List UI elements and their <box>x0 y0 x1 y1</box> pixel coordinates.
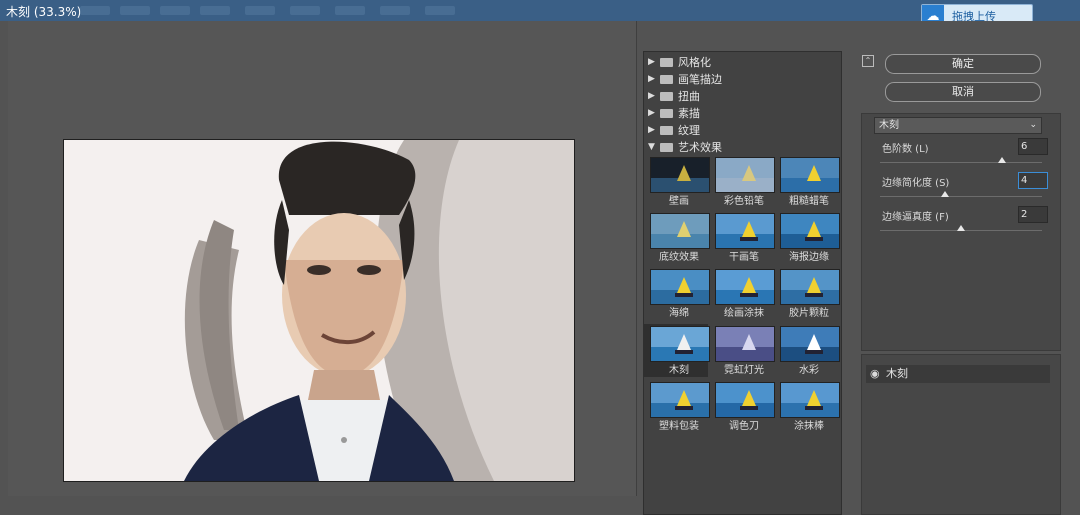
chevron-down-icon: ⌄ <box>1029 120 1037 130</box>
expand-arrow-icon: ▶ <box>648 74 655 84</box>
folder-distort[interactable]: ▶ 扭曲 <box>648 88 700 104</box>
levels-slider[interactable] <box>997 157 1006 163</box>
open-folder-icon <box>660 142 673 152</box>
filter-thumb-dry-brush[interactable] <box>715 213 775 249</box>
expand-arrow-icon: ▶ <box>648 91 655 101</box>
filter-label: 涂抹棒 <box>794 421 824 432</box>
expand-arrow-icon: ▶ <box>648 108 655 118</box>
filter-thumb-neon-glow[interactable] <box>715 326 775 362</box>
filter-thumb-rough-pastels[interactable] <box>780 157 840 193</box>
filter-settings: 木刻 ⌄ 色阶数 (L) 6 边缘简化度 (S) 4 边缘逼真度 (F) 2 <box>861 113 1061 351</box>
expand-arrow-icon: ▶ <box>648 125 655 135</box>
preview-image[interactable] <box>63 139 575 482</box>
folder-icon <box>660 57 673 67</box>
eye-icon[interactable]: ◉ <box>870 365 882 383</box>
title-bar-blur <box>290 6 320 15</box>
title-bar-blur <box>120 6 150 15</box>
title-bar-blur <box>335 6 365 15</box>
param-input-levels[interactable]: 6 <box>1018 138 1048 155</box>
folder-brush-strokes[interactable]: ▶ 画笔描边 <box>648 71 722 87</box>
filter-label: 彩色铅笔 <box>724 196 764 207</box>
folder-label: 风格化 <box>678 56 711 69</box>
param-input-edge-simplicity[interactable]: 4 <box>1018 172 1048 189</box>
filter-label: 绘画涂抹 <box>724 308 764 319</box>
filter-label: 水彩 <box>799 365 819 376</box>
filter-thumb-underpainting[interactable] <box>650 213 710 249</box>
ok-button[interactable]: 确定 <box>885 54 1041 74</box>
title-bar-blur <box>380 6 410 15</box>
filter-label: 霓虹灯光 <box>724 365 764 376</box>
filter-label: 干画笔 <box>729 252 759 263</box>
slider-track <box>880 196 1042 197</box>
folder-icon <box>660 91 673 101</box>
effect-select-value: 木刻 <box>879 120 899 131</box>
param-label: 边缘简化度 (S) <box>882 178 950 189</box>
filter-thumb-cutout[interactable] <box>650 326 710 362</box>
slider-track <box>880 162 1042 163</box>
woodcut-portrait <box>64 140 574 481</box>
filter-label: 胶片颗粒 <box>789 308 829 319</box>
folder-label: 纹理 <box>678 124 700 137</box>
effect-select[interactable]: 木刻 ⌄ <box>874 117 1042 134</box>
settings-panel: ⌃ 确定 取消 木刻 ⌄ 色阶数 (L) 6 边缘简化度 (S) 4 边缘逼真度… <box>855 51 1065 515</box>
folder-icon <box>660 108 673 118</box>
folder-sketch[interactable]: ▶ 素描 <box>648 105 700 121</box>
filter-thumb-plastic-wrap[interactable] <box>650 382 710 418</box>
folder-label: 扭曲 <box>678 90 700 103</box>
filter-gallery-panel: ▶ 风格化 ▶ 画笔描边 ▶ 扭曲 ▶ 素描 ▶ 纹理 ▼ 艺术效果 壁画 彩色铅笔 粗糙蜡… <box>643 51 842 515</box>
filter-label: 底纹效果 <box>659 252 699 263</box>
filter-label: 海绵 <box>669 308 689 319</box>
param-label: 色阶数 (L) <box>882 144 929 155</box>
filter-thumb-poster-edges[interactable] <box>780 213 840 249</box>
filter-thumb-sponge[interactable] <box>650 269 710 305</box>
param-label: 边缘逼真度 (F) <box>882 212 949 223</box>
filter-thumb-fresco[interactable] <box>650 157 710 193</box>
collapse-gallery-icon[interactable]: ⌃ <box>862 55 874 67</box>
window-title: 木刻 (33.3%) <box>6 5 82 19</box>
folder-icon <box>660 74 673 84</box>
edge-fidelity-slider[interactable] <box>957 225 965 231</box>
folder-label: 素描 <box>678 107 700 120</box>
collapse-arrow-icon: ▼ <box>648 142 655 152</box>
title-bar-blur <box>160 6 190 15</box>
effect-layer-name: 木刻 <box>886 367 908 380</box>
filter-label: 木刻 <box>669 365 689 376</box>
edge-simplicity-slider[interactable] <box>940 191 949 197</box>
folder-label: 艺术效果 <box>678 141 722 154</box>
filter-label: 塑料包装 <box>659 421 699 432</box>
filter-thumb-smudge-stick[interactable] <box>780 382 840 418</box>
param-input-edge-fidelity[interactable]: 2 <box>1018 206 1048 223</box>
effect-layers-panel: ◉ 木刻 <box>861 354 1061 515</box>
filter-label: 海报边缘 <box>789 252 829 263</box>
title-bar-blur <box>245 6 275 15</box>
folder-stylize[interactable]: ▶ 风格化 <box>648 54 711 70</box>
folder-artistic[interactable]: ▼ 艺术效果 <box>648 139 722 155</box>
filter-thumb-film-grain[interactable] <box>780 269 840 305</box>
filter-gallery-dialog: ▶ 风格化 ▶ 画笔描边 ▶ 扭曲 ▶ 素描 ▶ 纹理 ▼ 艺术效果 壁画 彩色铅笔 粗糙蜡… <box>0 21 1080 515</box>
folder-texture[interactable]: ▶ 纹理 <box>648 122 700 138</box>
filter-thumb-watercolor[interactable] <box>780 326 840 362</box>
cancel-button[interactable]: 取消 <box>885 82 1041 102</box>
filter-label: 壁画 <box>669 196 689 207</box>
expand-arrow-icon: ▶ <box>648 57 655 67</box>
title-bar-blur <box>425 6 455 15</box>
filter-thumb-colored-pencil[interactable] <box>715 157 775 193</box>
folder-label: 画笔描边 <box>678 73 722 86</box>
filter-label: 粗糙蜡笔 <box>789 196 829 207</box>
filter-label: 调色刀 <box>729 421 759 432</box>
title-bar-blur <box>200 6 230 15</box>
folder-icon <box>660 125 673 135</box>
effect-layer-row[interactable]: ◉ 木刻 <box>866 365 1050 383</box>
filter-thumb-paint-daubs[interactable] <box>715 269 775 305</box>
title-bar-blur <box>80 6 110 15</box>
title-bar: 木刻 (33.3%) <box>0 0 1080 21</box>
filter-thumb-palette-knife[interactable] <box>715 382 775 418</box>
